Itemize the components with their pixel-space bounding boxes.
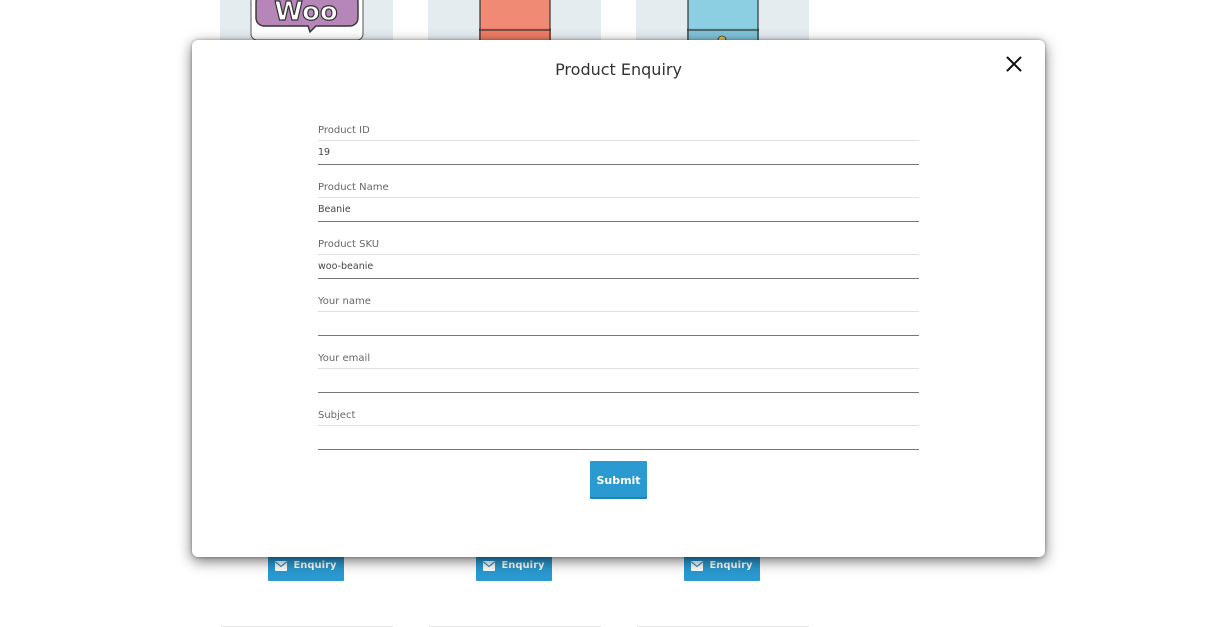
product-name-field: Product Name bbox=[318, 180, 919, 237]
submit-button[interactable]: Submit bbox=[590, 461, 647, 499]
modal-title: Product Enquiry bbox=[555, 60, 682, 79]
blue-beanie-thumb[interactable] bbox=[636, 0, 809, 44]
product-sku-input[interactable] bbox=[318, 255, 919, 279]
close-icon bbox=[1006, 56, 1022, 77]
woo-logo-text: Woo bbox=[274, 0, 337, 27]
enquiry-label: Enquiry bbox=[501, 560, 545, 571]
envelope-icon bbox=[483, 560, 496, 571]
your-email-input[interactable] bbox=[318, 369, 919, 393]
your-email-label: Your email bbox=[318, 353, 371, 364]
product-enquiry-modal: Product Enquiry Product ID Product Name … bbox=[192, 40, 1045, 557]
your-name-label: Your name bbox=[318, 296, 371, 307]
product-sku-label: Product SKU bbox=[318, 239, 380, 250]
product-sku-field: Product SKU bbox=[318, 237, 919, 294]
your-name-field: Your name bbox=[318, 294, 919, 351]
subject-field: Subject bbox=[318, 408, 919, 465]
product-name-input[interactable] bbox=[318, 198, 919, 222]
enquiry-label: Enquiry bbox=[709, 560, 753, 571]
envelope-icon bbox=[275, 560, 288, 571]
product-name-label: Product Name bbox=[318, 182, 389, 193]
woo-logo-thumb[interactable]: Woo bbox=[220, 0, 393, 44]
your-name-input[interactable] bbox=[318, 312, 919, 336]
enquiry-label: Enquiry bbox=[293, 560, 337, 571]
red-beanie-thumb[interactable] bbox=[428, 0, 601, 44]
envelope-icon bbox=[691, 560, 704, 571]
close-button[interactable] bbox=[1003, 55, 1025, 77]
product-id-field: Product ID bbox=[318, 123, 919, 180]
enquiry-form: Product ID Product Name Product SKU Your… bbox=[318, 123, 919, 465]
subject-input[interactable] bbox=[318, 426, 919, 450]
your-email-field: Your email bbox=[318, 351, 919, 408]
subject-label: Subject bbox=[318, 410, 356, 421]
product-id-input[interactable] bbox=[318, 141, 919, 165]
product-id-label: Product ID bbox=[318, 125, 370, 136]
